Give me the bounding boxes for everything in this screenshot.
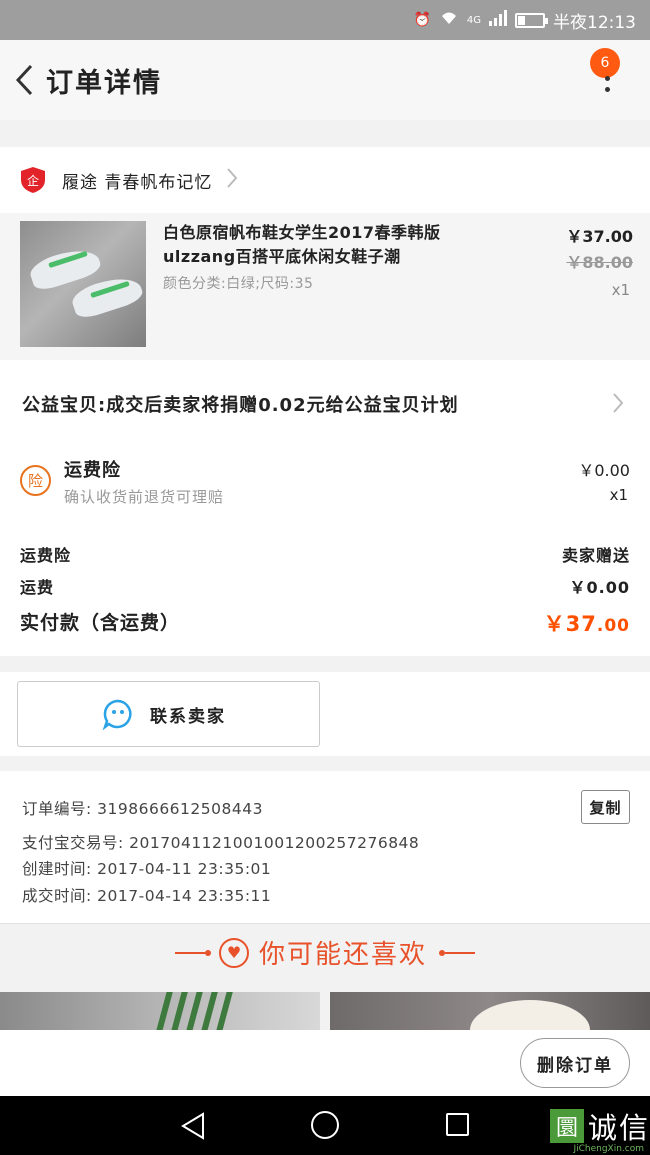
product-item[interactable]: 白色原宿帆布鞋女学生2017春季韩版ulzzang百搭平底休闲女鞋子潮 颜色分类… <box>0 213 650 360</box>
watermark: 圜 诚信 <box>549 1104 650 1148</box>
delete-order-button[interactable]: 删除订单 <box>520 1038 630 1088</box>
heart-icon: ♥ <box>218 937 249 968</box>
status-bar: ⏰ 4G 半夜12:13 <box>0 0 650 40</box>
copy-button[interactable]: 复制 <box>581 790 630 824</box>
summary-total-label: 实付款（含运费） <box>20 612 181 634</box>
order-summary: 运费险 卖家赠送 运费 ￥0.00 实付款（含运费） ￥37.00 <box>0 530 650 656</box>
status-time: 半夜12:13 <box>553 12 636 33</box>
summary-shipping-label: 运费 <box>20 578 55 597</box>
battery-icon <box>515 12 548 28</box>
insurance-title: 运费险 <box>64 460 121 481</box>
chevron-right-icon <box>226 167 238 193</box>
decorative-line <box>445 951 475 954</box>
created-time: 创建时间: 2017-04-11 23:35:01 <box>22 860 272 878</box>
alarm-icon: ⏰ <box>413 12 431 28</box>
contact-section: 联系卖家 <box>0 672 650 756</box>
more-menu-button[interactable]: 6 <box>588 48 628 118</box>
enterprise-shield-icon: 企 <box>20 166 46 194</box>
contact-seller-label: 联系卖家 <box>150 706 226 727</box>
order-number: 订单编号: 3198666612508443 <box>22 800 263 818</box>
watermark-text: 诚信 <box>587 1111 650 1145</box>
system-recents-icon[interactable] <box>446 1113 469 1136</box>
insurance-price: ￥0.00 <box>578 461 630 480</box>
notification-badge: 6 <box>590 48 620 78</box>
contact-seller-button[interactable]: 联系卖家 <box>17 681 320 747</box>
wifi-icon <box>439 10 459 30</box>
product-title: 白色原宿帆布鞋女学生2017春季韩版ulzzang百搭平底休闲女鞋子潮 <box>163 223 441 266</box>
system-home-icon[interactable] <box>311 1111 339 1139</box>
signal-icon <box>489 10 507 30</box>
total-integer: ￥37 <box>543 612 597 636</box>
insurance-subtitle: 确认收货前退货可理赔 <box>64 488 225 506</box>
svg-text:企: 企 <box>27 173 39 188</box>
decorative-line <box>174 951 205 954</box>
chevron-right-icon <box>612 392 624 418</box>
insurance-quantity: x1 <box>609 486 628 504</box>
recommended-product-image[interactable] <box>330 992 650 1032</box>
shipping-insurance-row: 险 运费险 确认收货前退货可理赔 ￥0.00 x1 <box>0 448 650 530</box>
page-title: 订单详情 <box>46 67 162 99</box>
product-quantity: x1 <box>611 281 630 299</box>
recommend-title: 你可能还喜欢 <box>258 940 427 970</box>
decorative-dot <box>204 949 211 956</box>
more-vertical-icon <box>605 76 610 98</box>
order-info: 订单编号: 3198666612508443 复制 支付宝交易号: 201704… <box>0 771 650 923</box>
shop-row[interactable]: 企 履途 青春帆布记忆 <box>0 147 650 213</box>
watermark-logo: 圜 <box>549 1109 584 1143</box>
nav-bar: 订单详情 6 <box>0 40 650 120</box>
back-arrow-icon[interactable] <box>4 60 44 100</box>
summary-shipping-value: ￥0.00 <box>569 578 630 597</box>
chat-bubble-icon <box>102 698 134 731</box>
insurance-icon: 险 <box>20 465 51 496</box>
summary-total-amount: ￥37.00 <box>544 608 630 638</box>
recommended-product-image[interactable] <box>0 992 320 1032</box>
recommend-header: ♥ 你可能还喜欢 <box>0 923 650 981</box>
summary-insurance-label: 运费险 <box>20 546 72 565</box>
charity-text: 公益宝贝:成交后卖家将捐赠0.02元给公益宝贝计划 <box>22 395 459 416</box>
shop-name: 履途 青春帆布记忆 <box>62 172 213 193</box>
charity-row[interactable]: 公益宝贝:成交后卖家将捐赠0.02元给公益宝贝计划 <box>0 360 650 448</box>
total-decimal: .00 <box>596 616 630 636</box>
alipay-transaction-number: 支付宝交易号: 2017041121001001200257276848 <box>22 834 420 852</box>
watermark-subtext: JiChengXin.com <box>573 1144 644 1154</box>
network-type: 4G <box>466 14 481 26</box>
product-spec: 颜色分类:白绿;尺码:35 <box>163 276 314 292</box>
product-thumbnail[interactable] <box>20 221 146 347</box>
system-back-icon[interactable] <box>180 1112 206 1144</box>
product-price: ￥37.00 <box>566 227 633 246</box>
summary-insurance-value: 卖家赠送 <box>561 546 630 565</box>
bottom-action-bar: 删除订单 <box>0 1030 650 1096</box>
completed-time: 成交时间: 2017-04-14 23:35:11 <box>22 887 272 905</box>
product-original-price: ￥88.00 <box>566 253 633 272</box>
